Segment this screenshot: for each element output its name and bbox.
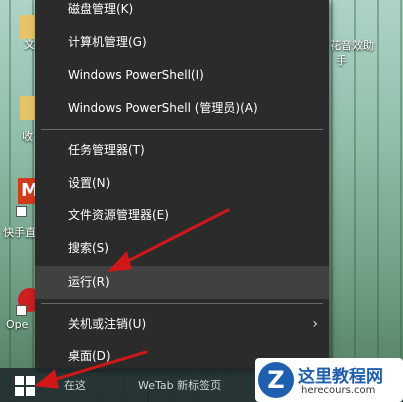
watermark-logo: Z	[258, 362, 294, 398]
watermark-subtitle: herecours.com	[301, 385, 376, 396]
arrow-to-start-icon	[44, 350, 148, 384]
arrow-to-run-icon	[116, 208, 230, 268]
annotation-arrows	[34, 208, 230, 389]
arrowhead-icon	[107, 251, 132, 272]
arrowhead-icon	[34, 369, 59, 389]
watermark-title: 这里教程网	[298, 367, 383, 387]
